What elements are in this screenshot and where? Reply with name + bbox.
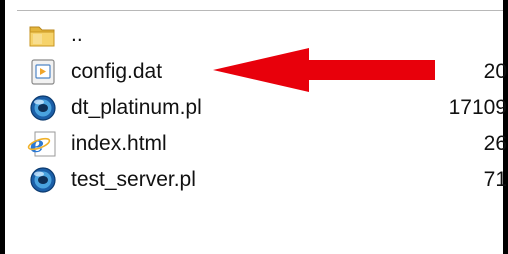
perl-file-icon — [30, 95, 56, 121]
file-name: test_server.pl — [71, 168, 196, 191]
svg-text:e: e — [30, 132, 44, 158]
file-name: .. — [71, 23, 83, 46]
divider — [17, 10, 503, 11]
html-file-icon: e — [27, 131, 56, 158]
file-name: index.html — [71, 132, 167, 155]
red-arrow-annotation — [213, 48, 435, 92]
file-name: config.dat — [71, 60, 163, 83]
file-size: 17109 — [448, 96, 507, 119]
file-size: 26 — [483, 132, 507, 155]
perl-file-icon — [30, 167, 56, 193]
arrow-shape — [213, 48, 435, 92]
list-item-test-server-pl[interactable]: test_server.pl 71 — [5, 161, 508, 197]
dat-file-icon — [31, 59, 55, 85]
file-name: dt_platinum.pl — [71, 96, 202, 119]
folder-icon — [29, 26, 55, 47]
file-size: 71 — [483, 168, 507, 191]
file-size: 20 — [483, 60, 507, 83]
file-browser-panel: .. config.dat 20 dt_platinum.pl 17109 e … — [0, 0, 508, 254]
list-item-index-html[interactable]: e index.html 26 — [5, 125, 508, 161]
